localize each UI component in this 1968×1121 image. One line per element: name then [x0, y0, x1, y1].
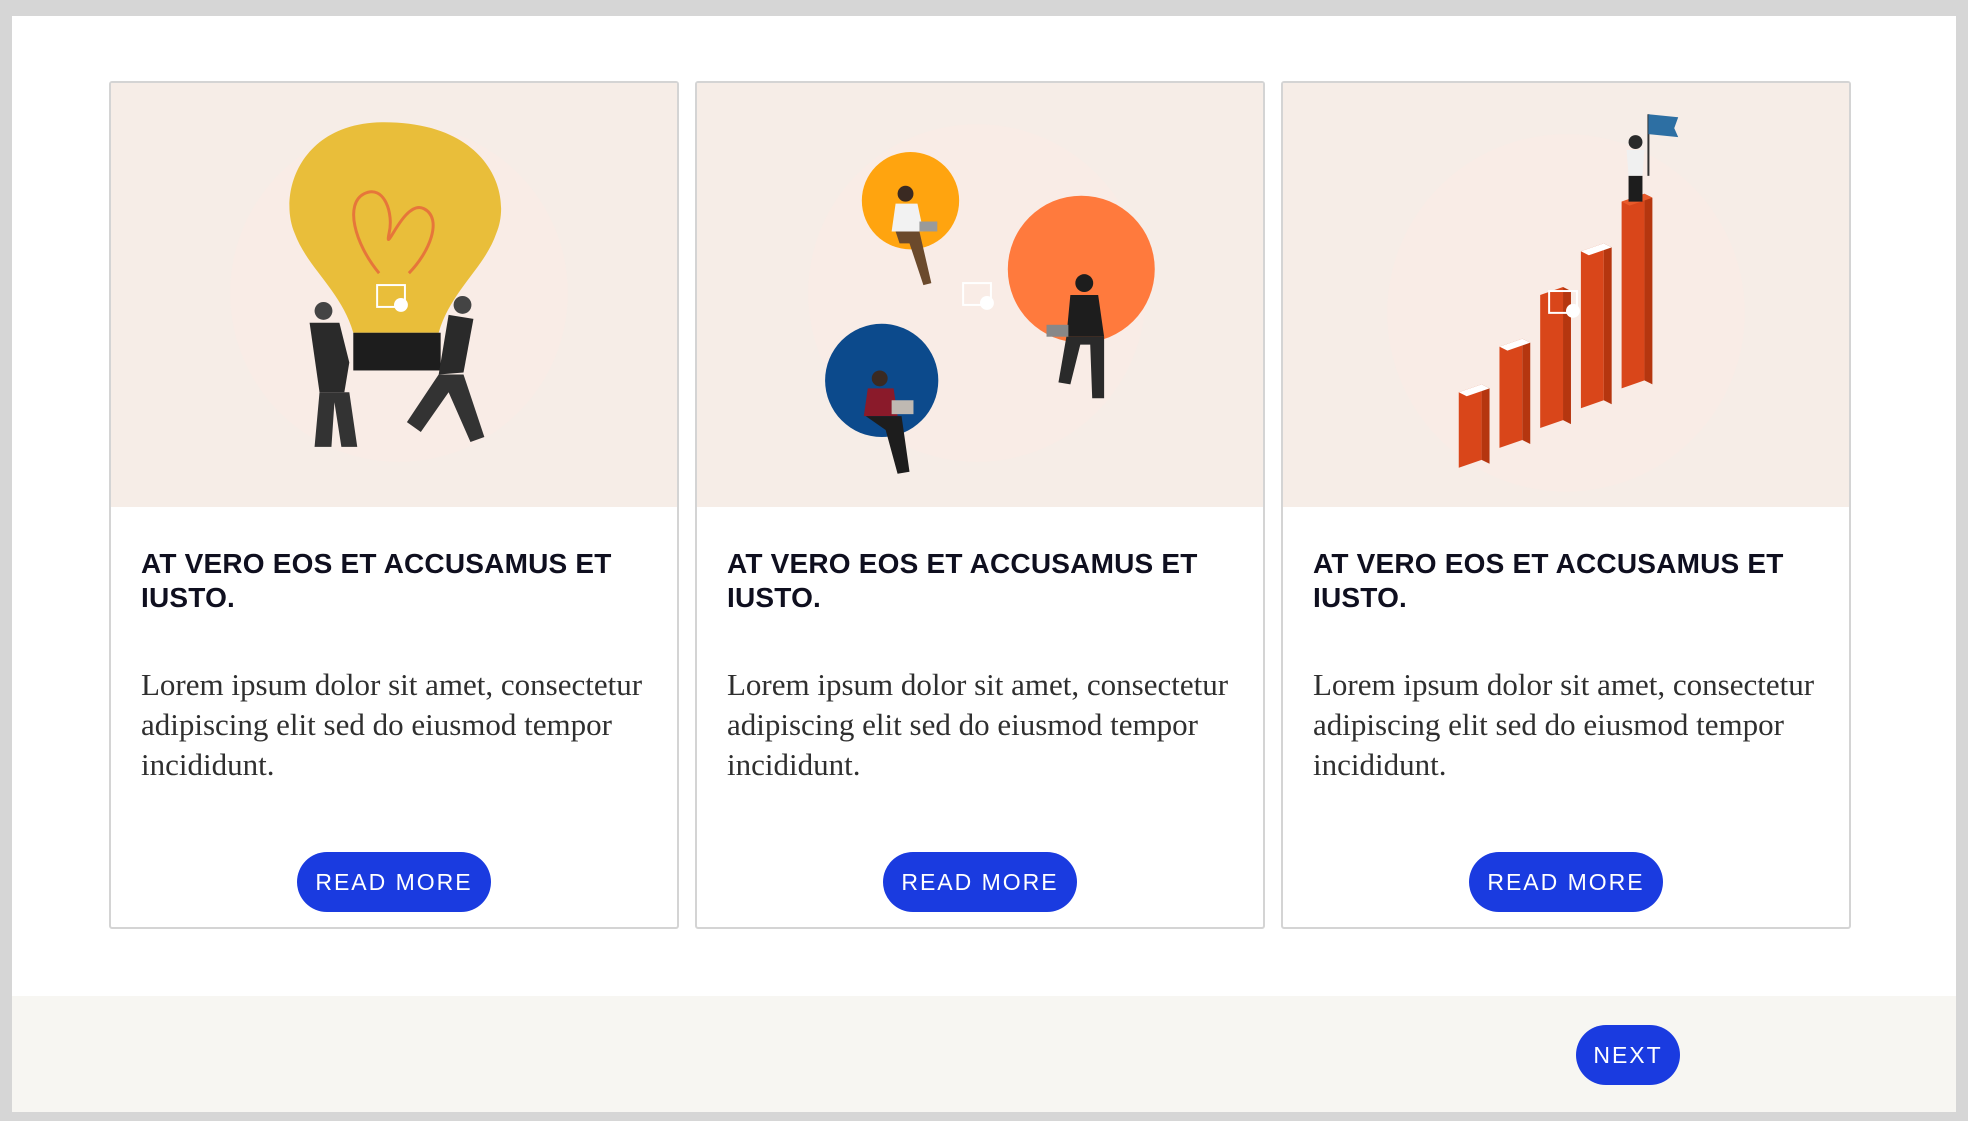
read-more-button[interactable]: READ MORE — [883, 852, 1077, 912]
lightbulb-illustration — [230, 122, 568, 462]
card-image-people-circles — [697, 83, 1263, 507]
read-more-button[interactable]: READ MORE — [297, 852, 491, 912]
card: AT VERO EOS ET ACCUSAMUS ET IUSTO. Lorem… — [1281, 81, 1851, 929]
card-list: AT VERO EOS ET ACCUSAMUS ET IUSTO. Lorem… — [109, 81, 1851, 929]
next-button[interactable]: NEXT — [1576, 1025, 1680, 1085]
card: AT VERO EOS ET ACCUSAMUS ET IUSTO. Lorem… — [109, 81, 679, 929]
card-title: AT VERO EOS ET ACCUSAMUS ET IUSTO. — [1313, 548, 1784, 613]
read-more-button[interactable]: READ MORE — [1469, 852, 1663, 912]
card: AT VERO EOS ET ACCUSAMUS ET IUSTO. Lorem… — [695, 81, 1265, 929]
growth-bars-illustration — [1387, 114, 1745, 492]
card-title: AT VERO EOS ET ACCUSAMUS ET IUSTO. — [141, 548, 612, 613]
card-image-lightbulb — [111, 83, 677, 507]
card-text: Lorem ipsum dolor sit amet, consectetur … — [1313, 667, 1815, 782]
card-text: Lorem ipsum dolor sit amet, consectetur … — [727, 667, 1229, 782]
page-frame: AT VERO EOS ET ACCUSAMUS ET IUSTO. Lorem… — [12, 16, 1956, 1112]
card-text: Lorem ipsum dolor sit amet, consectetur … — [141, 667, 643, 782]
people-circles-illustration — [808, 124, 1155, 474]
card-image-growth-bars — [1283, 83, 1849, 507]
card-title: AT VERO EOS ET ACCUSAMUS ET IUSTO. — [727, 548, 1198, 613]
pager-footer: NEXT — [12, 996, 1956, 1112]
